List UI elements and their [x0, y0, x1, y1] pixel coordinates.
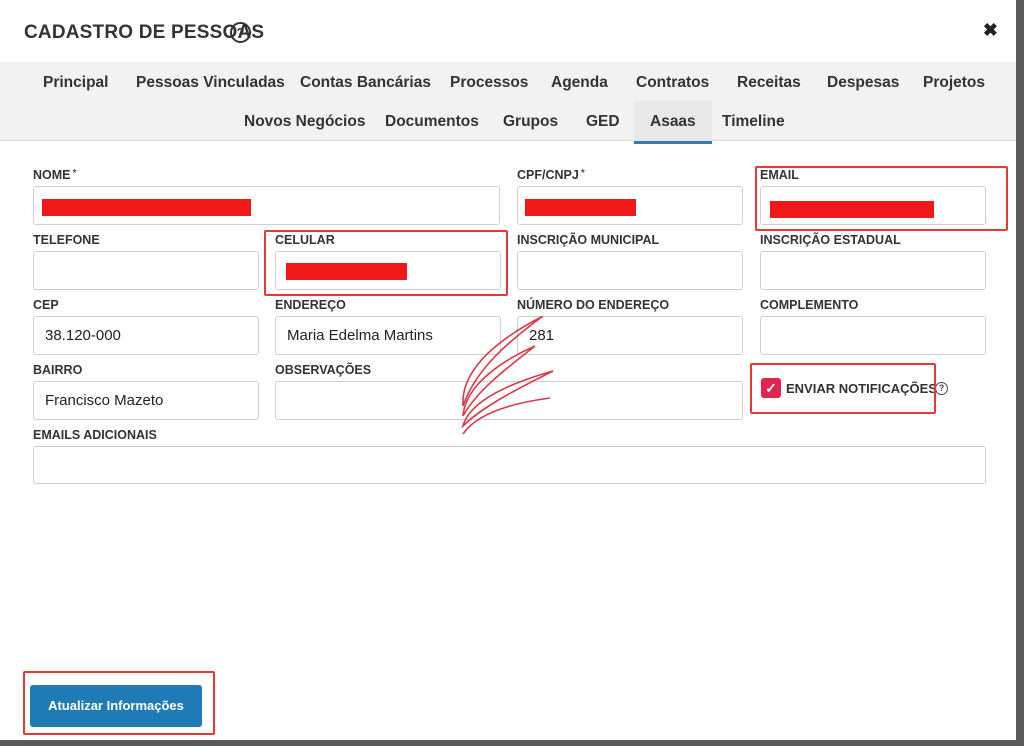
bairro-input[interactable]: Francisco Mazeto	[33, 381, 259, 420]
tab-receitas[interactable]: Receitas	[737, 74, 801, 92]
question-circle-icon[interactable]: ?	[230, 22, 251, 43]
tab-processos[interactable]: Processos	[450, 74, 528, 92]
celular-input[interactable]	[275, 251, 501, 290]
tab-agenda[interactable]: Agenda	[551, 74, 608, 92]
tab-timeline[interactable]: Timeline	[722, 113, 785, 131]
endereco-label: ENDEREÇO	[275, 298, 346, 312]
complemento-input[interactable]	[760, 316, 986, 355]
nome-label: NOME *	[33, 168, 77, 182]
tab-contratos[interactable]: Contratos	[636, 74, 709, 92]
emails-adicionais-label: EMAILS ADICIONAIS	[33, 428, 157, 442]
tab-documentos[interactable]: Documentos	[385, 113, 479, 131]
cep-input[interactable]: 38.120-000	[33, 316, 259, 355]
telefone-input[interactable]	[33, 251, 259, 290]
observacoes-label: OBSERVAÇÕES	[275, 363, 372, 377]
watermark-logo	[461, 316, 554, 435]
tab-novos-negocios[interactable]: Novos Negócios	[244, 113, 365, 131]
bairro-label: BAIRRO	[33, 363, 83, 377]
inscricao-estadual-input[interactable]	[760, 251, 986, 290]
cpf-cnpj-input[interactable]	[517, 186, 743, 225]
tab-projetos[interactable]: Projetos	[923, 74, 985, 92]
telefone-label: TELEFONE	[33, 233, 100, 247]
email-input[interactable]	[760, 186, 986, 225]
tab-pessoas-vinculadas[interactable]: Pessoas Vinculadas	[136, 74, 285, 92]
inscricao-municipal-label: INSCRIÇÃO MUNICIPAL	[517, 233, 660, 247]
inscricao-estadual-label: INSCRIÇÃO ESTADUAL	[760, 233, 901, 247]
tab-asaas[interactable]: Asaas	[634, 101, 712, 144]
tab-ged[interactable]: GED	[586, 113, 620, 131]
celular-label: CELULAR	[275, 233, 335, 247]
cpf-cnpj-label: CPF/CNPJ *	[517, 168, 585, 182]
tab-principal[interactable]: Principal	[43, 74, 108, 92]
inscricao-municipal-input[interactable]	[517, 251, 743, 290]
question-circle-icon[interactable]: ?	[935, 382, 948, 395]
modal-dialog: CADASTRO DE PESSOAS ? ✖ Principal Pessoa…	[0, 0, 1016, 740]
numero-label: NÚMERO DO ENDEREÇO	[517, 298, 670, 312]
tab-bar: Principal Pessoas Vinculadas Contas Banc…	[0, 62, 1016, 144]
cep-label: CEP	[33, 298, 59, 312]
redaction-mark	[770, 201, 934, 218]
redaction-mark	[525, 199, 636, 216]
tab-despesas[interactable]: Despesas	[827, 74, 899, 92]
update-info-button[interactable]: Atualizar Informações	[30, 685, 202, 727]
email-label: EMAIL	[760, 168, 799, 182]
nome-input[interactable]	[33, 186, 500, 225]
redaction-mark	[42, 199, 251, 216]
tab-contas-bancarias[interactable]: Contas Bancárias	[300, 74, 431, 92]
modal-header: CADASTRO DE PESSOAS ? ✖	[0, 0, 1016, 63]
emails-adicionais-input[interactable]	[33, 446, 986, 484]
close-icon[interactable]: ✖	[983, 20, 998, 41]
complemento-label: COMPLEMENTO	[760, 298, 859, 312]
redaction-mark	[286, 263, 407, 280]
enviar-notificacoes-checkbox[interactable]: ✓	[761, 378, 781, 398]
enviar-notificacoes-label: ENVIAR NOTIFICAÇÕES	[786, 381, 937, 396]
tab-grupos[interactable]: Grupos	[503, 113, 558, 131]
modal-title: CADASTRO DE PESSOAS	[24, 22, 265, 43]
